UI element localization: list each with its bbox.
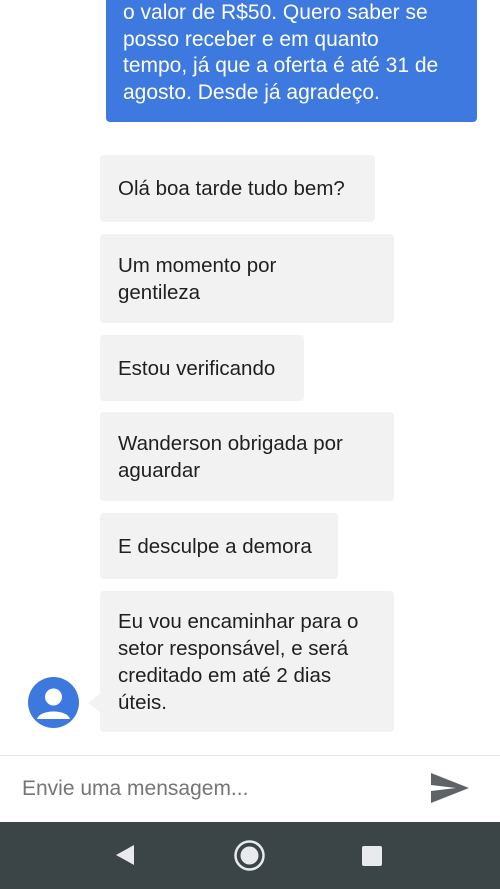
incoming-message: Eu vou encaminhar para o setor responsáv… [100, 591, 394, 732]
home-button[interactable] [233, 839, 266, 872]
message-input[interactable] [22, 772, 412, 806]
message-line: Um momento por [118, 253, 277, 277]
message-line: Eu vou encaminhar para o [118, 609, 359, 633]
message-line: E desculpe a demora [118, 534, 312, 558]
home-circle-icon [234, 840, 265, 871]
system-navigation-bar [0, 822, 500, 889]
message-line: úteis. [118, 690, 167, 714]
message-composer [0, 755, 500, 822]
message-line: Olá boa tarde tudo bem? [118, 177, 345, 200]
outgoing-message: o valor de R$50. Quero saber se posso re… [106, 0, 477, 122]
bubble-tail [88, 694, 100, 712]
recents-button[interactable] [359, 843, 385, 869]
incoming-message: Estou verificando [100, 335, 304, 401]
chat-thread: o valor de R$50. Quero saber se posso re… [0, 0, 500, 755]
message-line: posso receber e em quanto [123, 27, 379, 51]
incoming-message: Wanderson obrigada por aguardar [100, 412, 394, 501]
recents-square-icon [362, 846, 382, 866]
message-line: setor responsável, e será [118, 636, 349, 660]
send-icon [431, 773, 469, 803]
message-line: o valor de R$50. Quero saber se [123, 1, 428, 24]
back-button[interactable] [110, 840, 140, 870]
message-line: agosto. Desde já agradeço. [123, 80, 380, 104]
agent-avatar [28, 677, 79, 728]
send-button[interactable] [428, 770, 472, 806]
message-line: Estou verificando [118, 356, 276, 380]
message-line: tempo, já que a oferta é até 31 de [123, 54, 439, 77]
incoming-message: Olá boa tarde tudo bem? [100, 155, 375, 222]
incoming-message: E desculpe a demora [100, 513, 338, 579]
person-icon [37, 688, 70, 719]
back-triangle-icon [116, 845, 134, 865]
message-line: Wanderson obrigada por [118, 431, 343, 455]
message-line: gentileza [118, 280, 201, 304]
incoming-message: Um momento por gentileza [100, 234, 394, 323]
message-line: creditado em até 2 dias [118, 663, 332, 687]
message-line: aguardar [118, 458, 201, 482]
